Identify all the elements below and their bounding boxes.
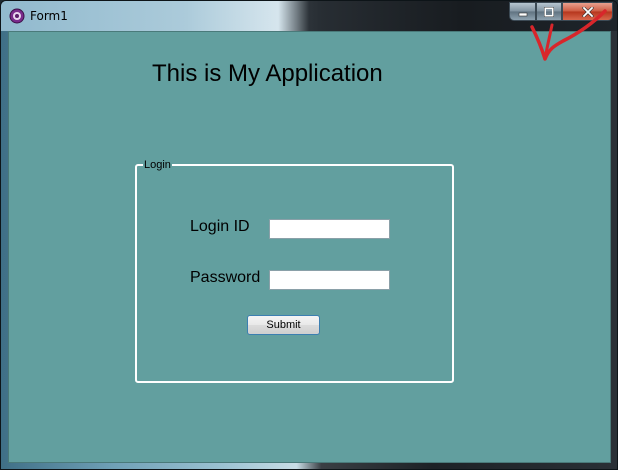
app-icon[interactable] [9,8,25,24]
maximize-button[interactable] [536,2,562,21]
submit-button[interactable]: Submit [247,315,320,335]
app-heading: This is My Application [152,60,383,87]
minimize-icon [518,12,527,16]
application-window: Form1 This is My Application Login Login… [0,0,618,470]
maximize-icon [544,6,554,17]
window-title: Form1 [30,9,68,23]
password-label: Password [190,269,261,286]
login-id-label: Login ID [190,218,250,235]
close-button[interactable] [562,2,613,21]
caption-buttons [509,2,613,21]
password-input[interactable] [269,270,390,290]
groupbox-legend: Login [143,158,172,172]
login-groupbox: Login Login ID Password Submit [135,158,454,383]
login-id-input[interactable] [269,219,390,239]
title-bar[interactable]: Form1 [1,1,617,31]
minimize-button[interactable] [509,2,536,21]
form-client-area: This is My Application Login Login ID Pa… [8,31,611,463]
close-icon [581,6,594,17]
